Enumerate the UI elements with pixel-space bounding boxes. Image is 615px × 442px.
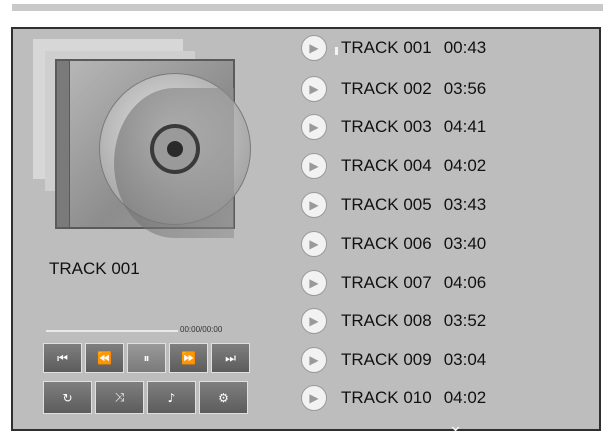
audio-mute-icon: ♪ (167, 390, 176, 405)
chevron-down-icon[interactable]: ⌄ (448, 417, 463, 435)
track-title: TRACK 008 (341, 311, 432, 330)
album-art (33, 39, 263, 239)
track-duration: 03:04 (443, 350, 487, 369)
time-readout: 00:00/00:00 (180, 325, 223, 334)
track-row[interactable]: ▶ TRACK 008 03:52 (301, 306, 486, 336)
next-track-button[interactable]: ⏭ (211, 343, 250, 373)
repeat-icon: ↻ (62, 390, 73, 405)
pause-button[interactable]: ⏸ (127, 343, 166, 373)
rewind-icon: ⏪ (97, 351, 112, 365)
track-duration: 04:02 (443, 156, 487, 175)
track-row[interactable]: ▶ TRACK 006 03:40 (301, 229, 486, 259)
play-icon: ▶ (301, 76, 327, 102)
track-duration: 03:56 (443, 79, 487, 98)
track-title: TRACK 007 (341, 273, 432, 292)
repeat-button[interactable]: ↻ (43, 381, 92, 414)
track-duration: 03:43 (443, 195, 487, 214)
track-title: TRACK 002 (341, 79, 432, 98)
play-icon: ▶ (301, 308, 327, 334)
track-row[interactable]: ▶ TRACK 007 04:06 (301, 268, 486, 298)
previous-track-icon: ⏮ (57, 350, 68, 365)
track-row[interactable]: ▶ TRACK 005 03:43 (301, 190, 486, 220)
track-duration: 04:02 (443, 388, 487, 407)
track-row[interactable]: ▶ TRACK 009 03:04 (301, 345, 486, 375)
rewind-button[interactable]: ⏪ (85, 343, 124, 373)
audio-mute-button[interactable]: ♪ (147, 381, 196, 414)
track-title: TRACK 005 (341, 195, 432, 214)
track-duration: 03:40 (443, 234, 487, 253)
track-title: TRACK 004 (341, 156, 432, 175)
track-duration: 04:06 (443, 273, 487, 292)
play-icon: ▶ (301, 35, 327, 61)
track-title: TRACK 010 (341, 388, 432, 407)
pause-icon: ⏸ (143, 350, 150, 365)
cd-case-spine (57, 61, 70, 227)
transport-controls: ⏮ ⏪ ⏸ ⏩ ⏭ (43, 343, 250, 373)
play-icon: ▶ (301, 231, 327, 257)
progress-bar[interactable] (46, 330, 178, 332)
play-icon: ▶ (301, 385, 327, 411)
shuffle-icon: ⤨ (114, 390, 125, 404)
track-duration: 04:41 (443, 117, 487, 136)
track-row[interactable]: ▶ TRACK 001 00:43 (301, 33, 486, 63)
track-duration: 03:52 (443, 311, 487, 330)
play-icon: ▶ (301, 192, 327, 218)
track-row[interactable]: ▶ TRACK 002 03:56 (301, 74, 486, 104)
track-title: TRACK 009 (341, 350, 432, 369)
fast-forward-button[interactable]: ⏩ (169, 343, 208, 373)
track-duration: 00:43 (443, 38, 487, 57)
cd-disc-hole (167, 141, 183, 157)
music-player-screen: TRACK 001 00:00/00:00 ⏮ ⏪ ⏸ ⏩ ⏭ ↻ ⤨ ♪ ⚙ ▶ TRACK … (11, 27, 601, 435)
now-playing-title: TRACK 001 (49, 259, 140, 278)
settings-icon: ⚙ (218, 390, 229, 405)
play-icon: ▶ (301, 270, 327, 296)
settings-button[interactable]: ⚙ (199, 381, 248, 414)
play-icon: ▶ (301, 114, 327, 140)
track-title: TRACK 006 (341, 234, 432, 253)
selection-cursor (335, 47, 338, 55)
next-track-icon: ⏭ (225, 350, 236, 365)
shuffle-button[interactable]: ⤨ (95, 381, 144, 414)
track-row[interactable]: ▶ TRACK 010 04:02 (301, 383, 486, 413)
track-row[interactable]: ▶ TRACK 004 04:02 (301, 151, 486, 181)
track-row[interactable]: ▶ TRACK 003 04:41 (301, 112, 486, 142)
track-title: TRACK 001 (341, 38, 432, 57)
mode-controls: ↻ ⤨ ♪ ⚙ (43, 381, 248, 414)
cd-disc-icon (99, 73, 251, 238)
top-divider (12, 4, 603, 11)
play-icon: ▶ (301, 153, 327, 179)
play-icon: ▶ (301, 347, 327, 373)
track-title: TRACK 003 (341, 117, 432, 136)
previous-track-button[interactable]: ⏮ (43, 343, 82, 373)
fast-forward-icon: ⏩ (181, 351, 196, 365)
